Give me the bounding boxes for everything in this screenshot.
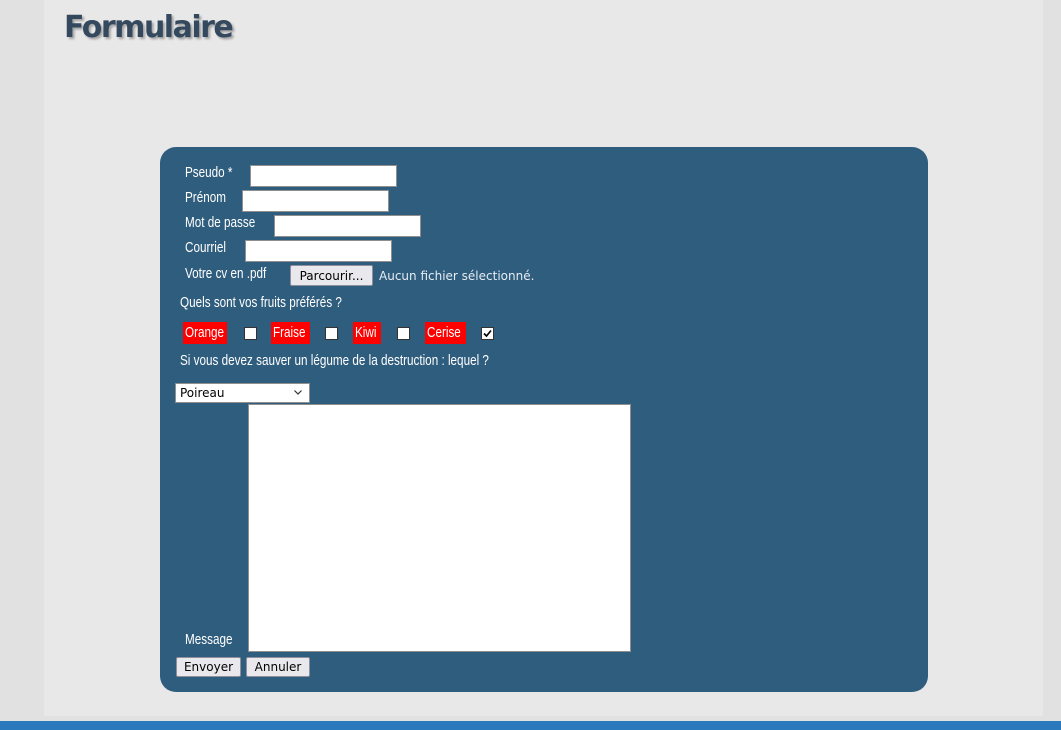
prenom-label: Prénom (185, 189, 226, 206)
fruit-label-cerise: Cerise (425, 322, 466, 344)
vegetable-select-value: Poireau (180, 386, 225, 400)
page-title: Formulaire (64, 10, 234, 45)
fruit-checkbox-cerise[interactable] (481, 327, 494, 340)
message-textarea[interactable] (248, 404, 631, 652)
chevron-down-icon (294, 390, 302, 395)
pseudo-input[interactable] (250, 165, 397, 187)
fruit-label-kiwi: Kiwi (353, 322, 381, 344)
footer-bar (0, 721, 1061, 730)
prenom-input[interactable] (242, 190, 389, 212)
fruit-checkbox-fraise[interactable] (325, 327, 338, 340)
email-input[interactable] (245, 240, 392, 262)
message-label: Message (185, 631, 233, 648)
submit-button[interactable]: Envoyer (176, 657, 241, 677)
password-input[interactable] (274, 215, 421, 237)
browse-button[interactable]: Parcourir... (290, 265, 373, 286)
fruits-question: Quels sont vos fruits préférés ? (180, 294, 342, 311)
cv-label: Votre cv en .pdf (185, 265, 267, 282)
vegetable-select[interactable]: Poireau (175, 383, 310, 403)
fruit-label-orange: Orange (183, 322, 227, 344)
password-label: Mot de passe (185, 214, 256, 231)
pseudo-label: Pseudo * (185, 164, 233, 181)
checkmark-icon (483, 329, 492, 338)
fruit-checkbox-orange[interactable] (244, 327, 257, 340)
fruit-label-fraise: Fraise (271, 322, 310, 344)
form-panel: Pseudo * Prénom Mot de passe Courriel Vo… (160, 147, 928, 692)
fruit-checkbox-kiwi[interactable] (397, 327, 410, 340)
vegetable-question: Si vous devez sauver un légume de la des… (180, 352, 489, 369)
no-file-text: Aucun fichier sélectionné. (379, 269, 535, 283)
email-label: Courriel (185, 239, 226, 256)
reset-button[interactable]: Annuler (246, 657, 310, 677)
